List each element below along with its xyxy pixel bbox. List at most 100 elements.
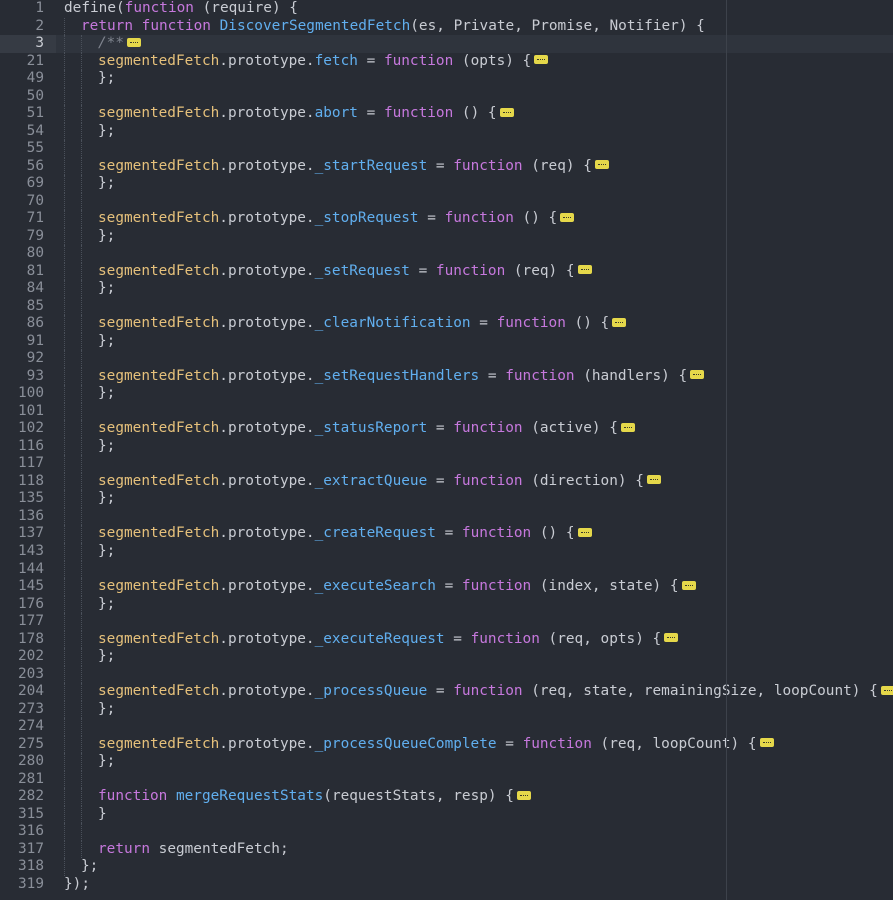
code-line[interactable]: }; [56,175,893,193]
folded-code-icon[interactable] [690,370,705,380]
folded-code-icon[interactable] [620,422,635,432]
code-line[interactable]: }; [56,858,893,876]
code-line[interactable] [56,560,893,579]
code-line[interactable]: }; [56,542,893,561]
code-line[interactable]: segmentedFetch.prototype._clearNotificat… [56,315,893,333]
line-number[interactable]: 281 [0,771,56,789]
code-line[interactable]: segmentedFetch.prototype._processQueue =… [56,683,893,701]
code-line[interactable] [56,823,893,841]
code-editor[interactable]: 1 2 3 21 49 50 51 54 55 56 69 70 71 79 80 81 84 85 86 91 92 9… [0,0,893,900]
line-number[interactable]: 274 [0,718,56,736]
code-line[interactable]: }; [56,700,893,719]
line-number[interactable]: 54 [0,123,56,141]
code-line[interactable] [56,665,893,684]
code-line[interactable]: }; [56,385,893,403]
folded-code-icon[interactable] [577,527,592,537]
line-number[interactable]: 202 [0,648,56,666]
line-number[interactable]: 116 [0,438,56,456]
line-number[interactable]: 316 [0,823,56,841]
code-line[interactable] [56,87,893,106]
line-number[interactable]: 137 [0,525,56,543]
code-line[interactable]: return segmentedFetch; [56,840,893,859]
line-number[interactable]: 71 [0,210,56,228]
line-number[interactable]: 101 [0,403,56,421]
line-number[interactable]: 1 [0,0,56,18]
code-line[interactable] [56,245,893,263]
line-number[interactable]: 178 [0,631,56,649]
code-line[interactable]: segmentedFetch.prototype._stopRequest = … [56,210,893,228]
code-line[interactable]: segmentedFetch.prototype._setRequestHand… [56,367,893,386]
code-line[interactable] [56,455,893,473]
line-number[interactable]: 51 [0,105,56,123]
code-line[interactable]: function mergeRequestStats(requestStats,… [56,788,893,806]
code-line[interactable]: segmentedFetch.prototype._setRequest = f… [56,262,893,281]
line-number[interactable]: 143 [0,543,56,561]
line-number[interactable]: 315 [0,806,56,824]
line-number[interactable]: 92 [0,350,56,368]
line-number[interactable]: 280 [0,753,56,771]
code-area[interactable]: define(function (require) {return functi… [56,0,893,900]
code-line[interactable]: }; [56,70,893,88]
code-line[interactable] [56,770,893,789]
code-line[interactable]: } [56,805,893,824]
line-number[interactable]: 91 [0,333,56,351]
line-number[interactable]: 136 [0,508,56,526]
line-number[interactable]: 84 [0,280,56,298]
folded-code-icon[interactable] [577,265,592,275]
line-number[interactable]: 102 [0,420,56,438]
folded-code-icon[interactable] [664,633,679,643]
code-line[interactable]: segmentedFetch.prototype._executeRequest… [56,630,893,649]
line-number[interactable]: 21 [0,53,56,71]
code-line[interactable]: segmentedFetch.prototype.abort = functio… [56,105,893,123]
line-number[interactable]: 69 [0,175,56,193]
folded-code-icon[interactable] [560,212,575,222]
folded-code-icon[interactable] [880,685,893,695]
line-number[interactable]: 118 [0,473,56,491]
line-number[interactable]: 282 [0,788,56,806]
code-line[interactable] [56,192,893,211]
code-line[interactable] [56,140,893,158]
code-line[interactable]: segmentedFetch.prototype._executeSearch … [56,578,893,596]
line-number[interactable]: 55 [0,140,56,158]
line-number[interactable]: 317 [0,841,56,859]
line-number[interactable]: 273 [0,701,56,719]
code-line[interactable]: }; [56,122,893,141]
folded-code-icon[interactable] [759,738,774,748]
line-number[interactable]: 204 [0,683,56,701]
line-number[interactable]: 49 [0,70,56,88]
code-line[interactable]: }; [56,227,893,246]
code-line[interactable]: segmentedFetch.prototype._extractQueue =… [56,472,893,491]
folded-code-icon[interactable] [534,55,549,65]
code-line[interactable] [56,507,893,526]
code-line[interactable]: return function DiscoverSegmentedFetch(e… [56,17,893,36]
line-number[interactable]: 100 [0,385,56,403]
line-number[interactable]: 2 [0,18,56,36]
code-line[interactable] [56,402,893,421]
code-line[interactable]: segmentedFetch.prototype._startRequest =… [56,157,893,176]
line-number[interactable]: 145 [0,578,56,596]
code-line[interactable]: define(function (require) { [56,0,893,18]
folded-code-icon[interactable] [681,580,696,590]
code-line[interactable]: /** [56,35,893,53]
line-number-gutter[interactable]: 1 2 3 21 49 50 51 54 55 56 69 70 71 79 80 81 84 85 86 91 92 9… [0,0,56,900]
line-number[interactable]: 86 [0,315,56,333]
code-line[interactable]: }; [56,280,893,298]
code-line[interactable] [56,718,893,736]
code-line[interactable] [56,297,893,316]
line-number[interactable]: 144 [0,561,56,579]
code-line[interactable]: }; [56,753,893,771]
line-number[interactable]: 203 [0,666,56,684]
code-line[interactable]: }; [56,490,893,508]
line-number[interactable]: 81 [0,263,56,281]
line-number[interactable]: 319 [0,876,56,894]
line-number[interactable]: 3 [0,35,56,53]
code-line[interactable]: }; [56,648,893,666]
line-number[interactable]: 177 [0,613,56,631]
line-number[interactable]: 93 [0,368,56,386]
line-number[interactable]: 135 [0,490,56,508]
line-number[interactable]: 318 [0,858,56,876]
code-line[interactable] [56,350,893,368]
code-line[interactable]: segmentedFetch.prototype._statusReport =… [56,420,893,438]
code-line[interactable]: }; [56,437,893,456]
code-line[interactable]: }); [56,876,893,894]
